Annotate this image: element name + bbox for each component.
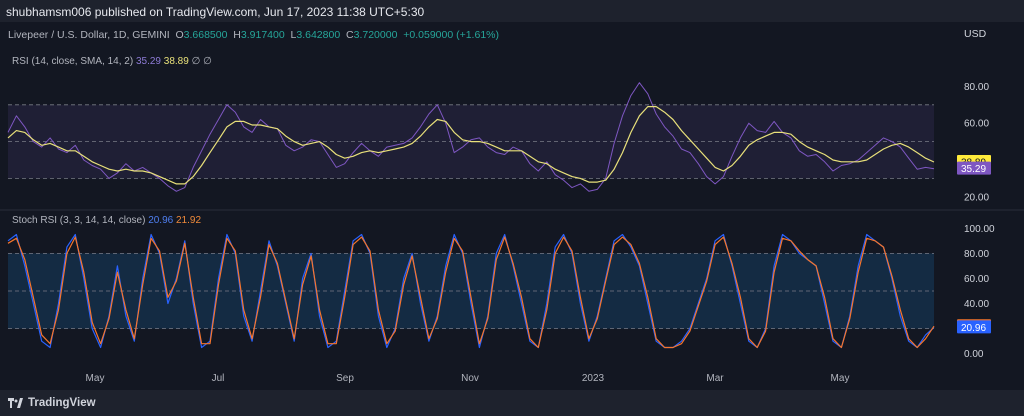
footer-bar [0, 390, 1024, 416]
chart-svg: 20.0040.0060.0080.0038.8935.290.0020.004… [0, 82, 1024, 384]
x-tick-label: May [86, 373, 105, 384]
x-tick-label: Mar [706, 373, 724, 384]
rsi-y-tick-label: 20.00 [964, 192, 989, 203]
stoch-y-tick-label: 0.00 [964, 349, 984, 360]
rsi-last-value-label: 35.29 [961, 164, 986, 175]
x-tick-label: 2023 [582, 373, 605, 384]
x-tick-label: Nov [461, 373, 479, 384]
tradingview-logo-icon [8, 398, 23, 408]
rsi-y-tick-label: 60.00 [964, 119, 989, 130]
stoch-y-tick-label: 60.00 [964, 274, 989, 285]
rsi-y-tick-label: 80.00 [964, 82, 989, 93]
x-tick-label: May [831, 373, 850, 384]
stoch-y-tick-label: 100.00 [964, 224, 995, 235]
footer-brand: TradingView [28, 397, 96, 409]
stoch-last-value-label: 20.96 [961, 323, 986, 334]
x-tick-label: Jul [212, 373, 225, 384]
stoch-y-tick-label: 40.00 [964, 299, 989, 310]
stoch-y-tick-label: 80.00 [964, 249, 989, 260]
x-tick-label: Sep [336, 373, 354, 384]
